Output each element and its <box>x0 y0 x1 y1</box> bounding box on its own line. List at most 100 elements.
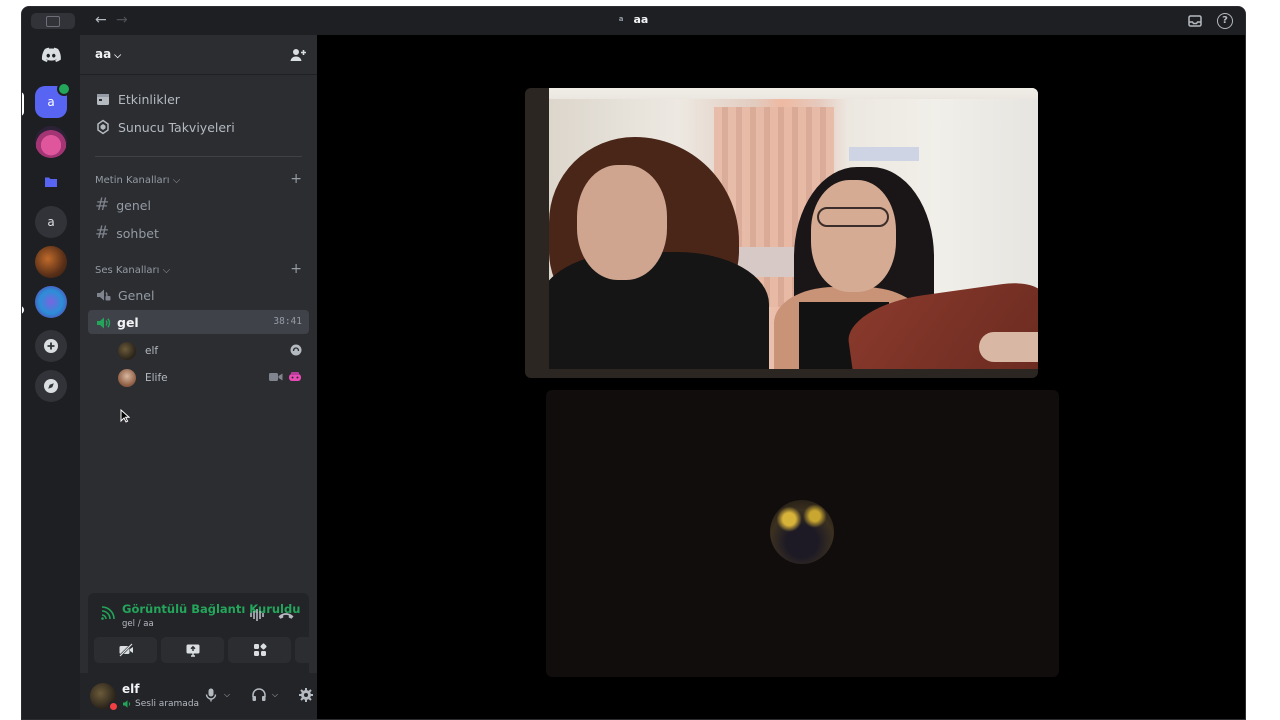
activity-game-icon <box>288 371 302 386</box>
user-panel: elf Sesli aramada ⌵ ⌵ <box>80 673 317 719</box>
person-right-face <box>811 180 896 292</box>
category-voice-label: Ses Kanalları <box>95 265 160 276</box>
camera-toggle-button[interactable] <box>94 637 157 663</box>
server-boosts-label: Sunucu Takviyeleri <box>118 119 235 135</box>
channel-sohbet[interactable]: # sohbet <box>95 223 159 243</box>
chevron-down-icon: ⌵ <box>172 175 181 186</box>
voice-connection-panel: Görüntülü Bağlantı Kuruldu gel / aa <box>88 593 358 673</box>
window-title-server-icon: a <box>618 15 624 23</box>
video-camera-icon <box>269 372 283 385</box>
microphone-icon <box>205 688 217 702</box>
dnd-status-icon <box>108 701 119 712</box>
gear-icon <box>299 688 313 702</box>
calendar-icon <box>95 91 111 107</box>
avatar <box>770 500 834 564</box>
screen-share-icon <box>186 644 199 657</box>
user-avatar[interactable] <box>90 683 119 712</box>
headphones-control[interactable]: ⌵ <box>251 687 278 703</box>
server-name[interactable]: aa ⌵ <box>95 47 121 61</box>
server-pink-icon[interactable] <box>35 126 67 158</box>
voice-user-elife[interactable]: Elife <box>118 369 302 387</box>
create-voice-channel-icon[interactable]: + <box>290 261 302 277</box>
inbox-icon[interactable] <box>1187 13 1203 29</box>
window-title-text: aa <box>633 13 649 26</box>
avatar <box>118 342 136 360</box>
server-a-label: a <box>47 215 55 229</box>
camera-off-icon <box>118 643 133 657</box>
hashtag-icon: # <box>95 223 110 243</box>
chevron-down-icon[interactable]: ⌵ <box>272 690 278 700</box>
channel-genel[interactable]: # genel <box>95 195 151 215</box>
voice-user-elife-name: Elife <box>145 372 168 384</box>
username[interactable]: elf <box>122 682 139 696</box>
help-icon[interactable]: ? <box>1217 13 1233 29</box>
voice-user-elf-name: elf <box>145 345 159 357</box>
disconnect-phone-icon[interactable] <box>277 607 295 621</box>
avatar <box>118 369 136 387</box>
unread-indicator <box>22 306 24 314</box>
glasses <box>817 207 889 227</box>
chevron-down-icon: ⌵ <box>162 265 171 276</box>
voice-status[interactable]: Görüntülü Bağlantı Kuruldu <box>122 602 300 616</box>
title-bar: ← → a aa ? <box>22 7 1245 35</box>
server-anime-icon[interactable] <box>35 286 67 318</box>
server-aa-label: a <box>47 95 55 109</box>
channel-sidebar: aa ⌵ Etkinlikler Sunucu Takviyeleri Metin… <box>80 35 358 719</box>
video-ceiling <box>549 88 1038 99</box>
channel-sohbet-label: sohbet <box>116 225 159 241</box>
discord-home-icon[interactable] <box>35 39 67 71</box>
voice-channel-gel-label: gel <box>117 315 139 330</box>
discover-compass-icon[interactable] <box>35 370 67 402</box>
server-folder-icon[interactable] <box>35 166 67 198</box>
discord-window: ← → a aa ? a a aa ⌵ Etkinlikler Sunucu T… <box>21 6 1246 720</box>
category-text-channels[interactable]: Metin Kanalları ⌵ <box>95 175 180 186</box>
speaker-locked-icon <box>95 287 111 303</box>
boost-gem-icon <box>95 119 111 135</box>
mouse-cursor-icon <box>120 408 131 423</box>
window-title: a aa <box>22 13 1245 26</box>
user-settings-button[interactable] <box>298 687 314 703</box>
screen-share-button[interactable] <box>161 637 224 663</box>
server-name-text: aa <box>95 47 112 61</box>
chevron-down-icon: ⌵ <box>114 51 122 61</box>
voice-channel-genel[interactable]: Genel <box>95 287 154 303</box>
activities-rocket-icon <box>253 643 267 656</box>
voice-channel-path[interactable]: gel / aa <box>122 619 154 629</box>
video-shelf <box>849 147 919 161</box>
arm <box>979 332 1038 362</box>
person-left-face <box>577 165 667 280</box>
events-label: Etkinlikler <box>118 91 180 107</box>
server-header[interactable]: aa ⌵ <box>80 35 317 75</box>
server-a[interactable]: a <box>35 206 67 238</box>
events-link[interactable]: Etkinlikler <box>95 91 180 107</box>
user-status[interactable]: Sesli aramada <box>122 699 199 709</box>
category-voice-channels[interactable]: Ses Kanalları ⌵ <box>95 265 170 276</box>
server-rail: a a <box>22 35 80 719</box>
server-fire-icon[interactable] <box>35 246 67 278</box>
call-timer: 38:41 <box>273 316 302 327</box>
voice-activity-badge <box>57 82 71 96</box>
person-left-body <box>549 252 769 369</box>
headphones-icon <box>252 688 266 701</box>
voice-user-elf[interactable]: elf <box>118 342 302 360</box>
microphone-control[interactable]: ⌵ <box>203 687 230 703</box>
category-text-label: Metin Kanalları <box>95 175 170 186</box>
voice-channel-genel-label: Genel <box>118 287 155 303</box>
connection-signal-icon[interactable] <box>100 605 116 621</box>
channel-genel-label: genel <box>116 197 151 213</box>
noise-suppression-icon[interactable] <box>249 607 265 621</box>
deafened-icon <box>290 344 302 359</box>
speaker-icon <box>95 315 111 335</box>
add-server-icon[interactable] <box>35 330 67 362</box>
chevron-down-icon[interactable]: ⌵ <box>224 690 230 700</box>
speaker-icon <box>122 699 132 709</box>
invite-people-icon[interactable] <box>289 46 307 64</box>
create-text-channel-icon[interactable]: + <box>290 171 302 187</box>
activities-button[interactable] <box>228 637 291 663</box>
webcam-video <box>549 88 1038 369</box>
video-tile-elife[interactable] <box>525 88 1038 378</box>
voice-channel-gel[interactable]: gel 38:41 <box>88 310 309 334</box>
server-boosts-link[interactable]: Sunucu Takviyeleri <box>95 119 235 135</box>
server-aa[interactable]: a <box>35 82 71 118</box>
voice-tile-elf[interactable] <box>546 390 1059 677</box>
